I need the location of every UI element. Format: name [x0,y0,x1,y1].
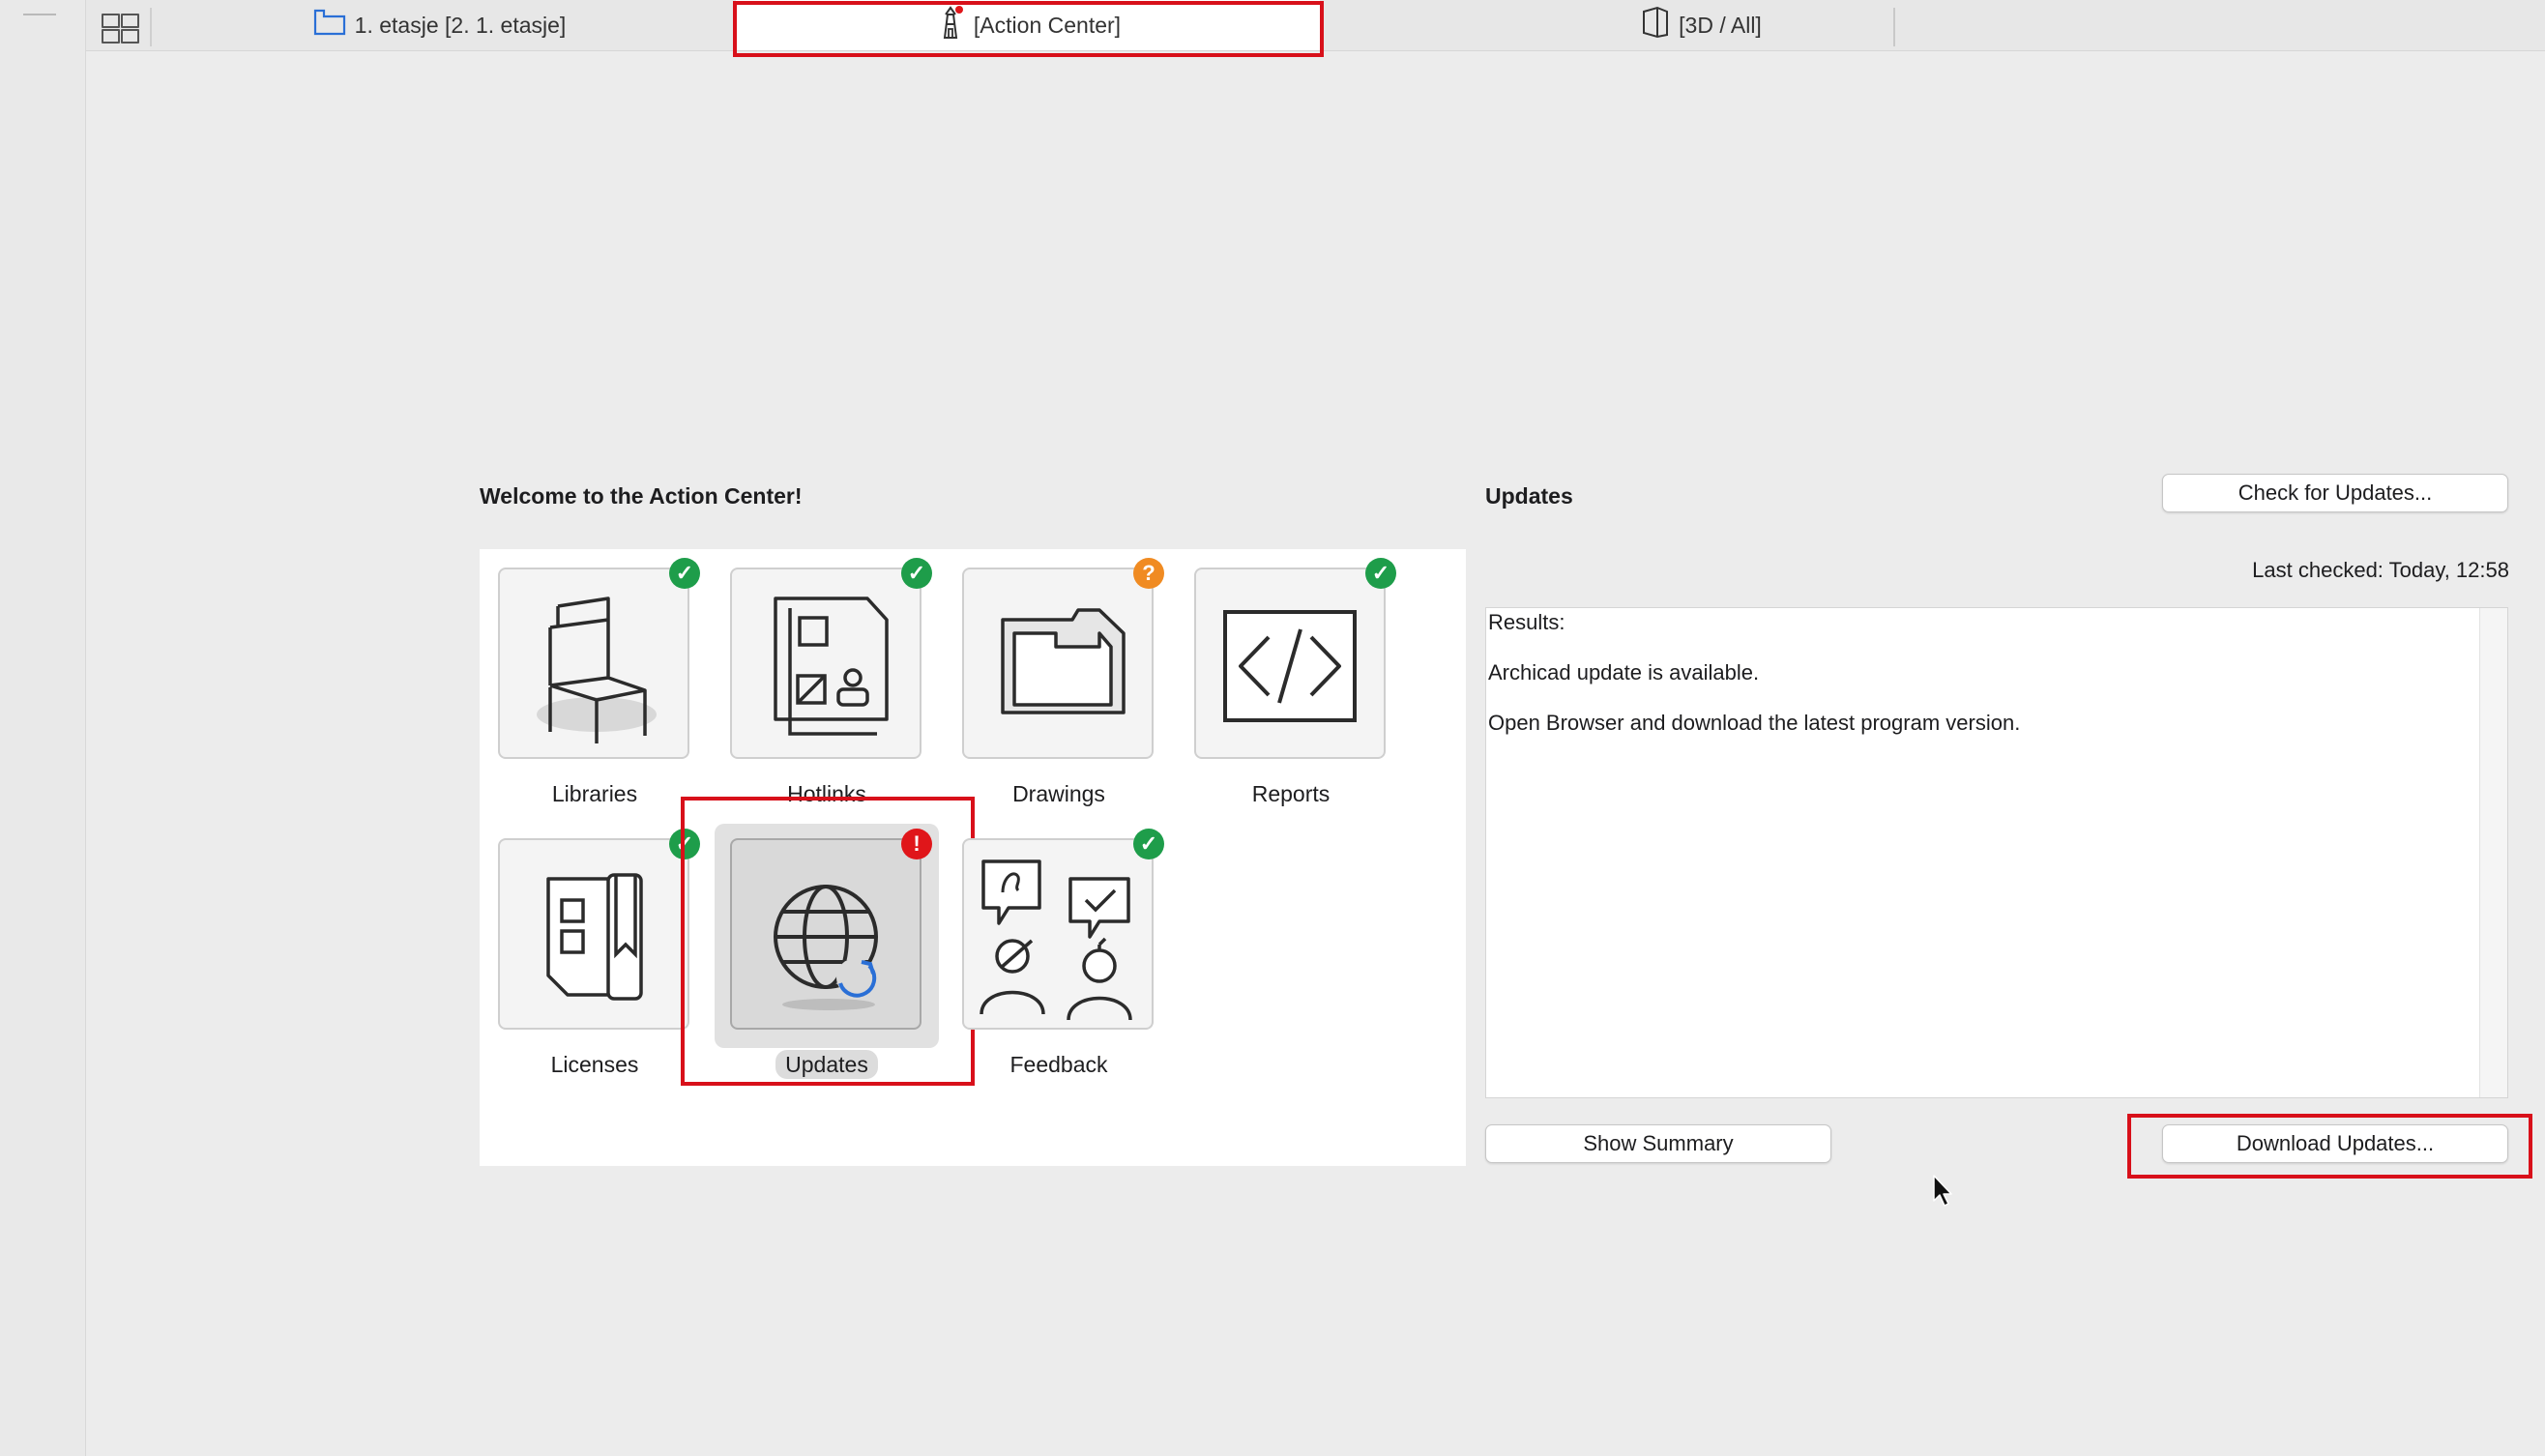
tile-licenses[interactable] [498,838,689,1030]
feedback-icon [980,859,1132,1021]
results-line: Open Browser and download the latest pro… [1488,711,2021,735]
show-summary-button[interactable]: Show Summary [1485,1124,1831,1163]
status-error-icon: ! [901,829,932,859]
results-scrollbar[interactable] [2479,608,2507,1097]
mouse-cursor-icon [1933,1175,1952,1207]
status-ok-icon: ✓ [669,829,700,859]
status-ok-icon: ✓ [901,558,932,589]
welcome-title: Welcome to the Action Center! [480,483,803,509]
tile-drawings[interactable] [962,568,1154,759]
tile-updates[interactable] [730,838,921,1030]
results-line: Archicad update is available. [1488,660,1760,684]
tab-overview-icon[interactable] [100,12,140,44]
license-icon [546,873,643,1001]
tile-label: Updates [711,1050,943,1079]
results-textarea[interactable]: Results: Archicad update is available. O… [1485,607,2508,1098]
status-ok-icon: ✓ [1133,829,1164,859]
results-line: Results: [1488,610,1565,634]
tile-label: Licenses [550,1052,639,1077]
tab-3d-view[interactable]: [3D / All] [1507,0,1894,50]
left-sidebar-strip [0,0,86,1456]
tile-feedback[interactable] [962,838,1154,1030]
tab-action-center[interactable]: [Action Center] [736,0,1320,50]
updates-title: Updates [1485,483,1573,509]
tab-label: 1. etasje [2. 1. etasje] [354,12,567,38]
status-ok-icon: ✓ [669,558,700,589]
status-ok-icon: ✓ [1365,558,1396,589]
code-icon [1223,610,1357,722]
floor-plan-icon [312,8,347,43]
collapse-handle[interactable] [23,14,56,15]
last-checked-label: Last checked: Today, 12:58 [2252,558,2509,582]
globe-update-icon [774,885,878,1010]
chair-icon [537,597,657,743]
tile-reports[interactable] [1194,568,1386,759]
tab-label: [3D / All] [1679,12,1762,38]
tab-bar: 1. etasje [2. 1. etasje] [Action Center]… [86,0,2545,51]
download-updates-button[interactable]: Download Updates... [2162,1124,2508,1163]
divider [150,8,152,46]
tile-hotlinks[interactable] [730,568,921,759]
tile-label: Libraries [551,781,638,806]
tile-label: Reports [1251,781,1331,806]
tile-label: Drawings [1012,781,1105,806]
tab-floor-plan[interactable]: 1. etasje [2. 1. etasje] [308,0,570,50]
tile-libraries[interactable] [498,568,689,759]
status-warning-icon: ? [1133,558,1164,589]
tile-label: Hotlinks [787,781,866,806]
tab-label: [Action Center] [973,12,1122,38]
tile-label: Feedback [1009,1052,1108,1077]
check-for-updates-button[interactable]: Check for Updates... [2162,474,2508,512]
lighthouse-icon [935,5,966,45]
tile-label-text: Updates [775,1050,878,1079]
drawing-icon [1001,608,1126,714]
hotlinks-icon [774,597,889,736]
3d-view-icon [1640,6,1671,44]
